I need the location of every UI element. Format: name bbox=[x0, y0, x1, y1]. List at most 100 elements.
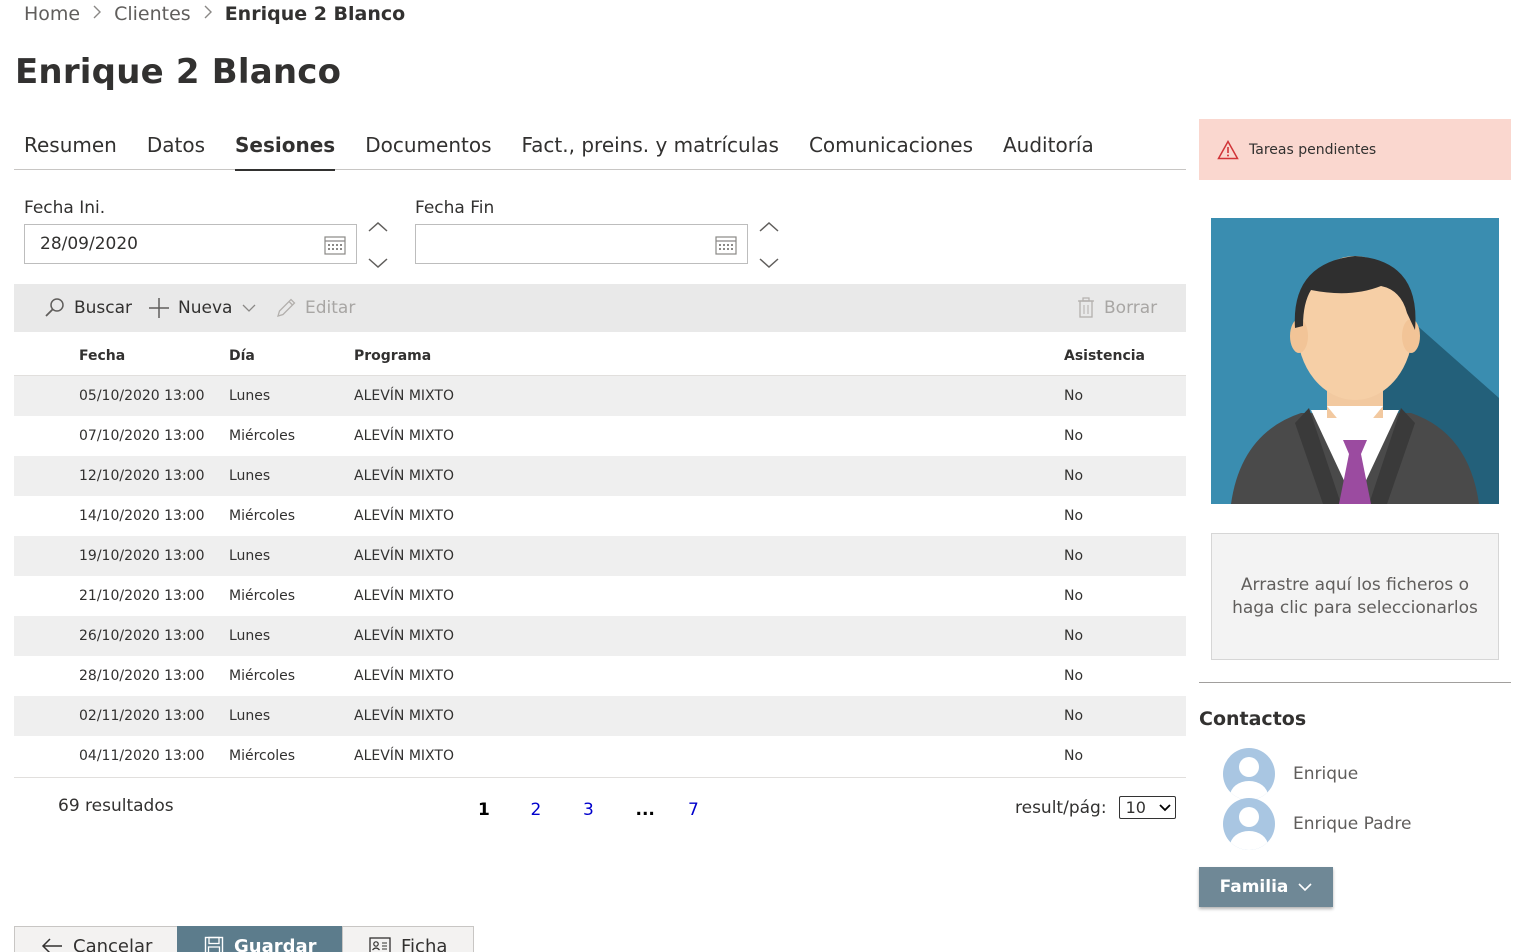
cancel-button-label: Cancelar bbox=[73, 935, 153, 952]
save-button[interactable]: Guardar bbox=[177, 926, 344, 952]
column-header-asistencia[interactable]: Asistencia bbox=[1064, 336, 1145, 376]
client-photo[interactable] bbox=[1211, 218, 1499, 504]
cell-programa: ALEVÍN MIXTO bbox=[354, 628, 454, 644]
start-date-field[interactable]: 28/09/2020 bbox=[24, 224, 357, 264]
column-header-programa[interactable]: Programa bbox=[354, 336, 431, 376]
cell-dia: Lunes bbox=[229, 548, 271, 564]
chevron-down-icon[interactable] bbox=[758, 256, 780, 270]
chevron-down-icon[interactable] bbox=[367, 256, 389, 270]
cell-programa: ALEVÍN MIXTO bbox=[354, 668, 454, 684]
family-button-label: Familia bbox=[1219, 877, 1289, 897]
sessions-table: Fecha Día Programa Asistencia 05/10/2020… bbox=[14, 336, 1186, 776]
contact-item[interactable]: Enrique Padre bbox=[1223, 798, 1411, 850]
tab-facturacion[interactable]: Fact., preins. y matrículas bbox=[512, 128, 789, 170]
cell-programa: ALEVÍN MIXTO bbox=[354, 508, 454, 524]
results-count: 69 resultados bbox=[58, 796, 174, 816]
table-row[interactable]: 28/10/2020 13:00 Miércoles ALEVÍN MIXTO … bbox=[14, 656, 1186, 696]
user-avatar-icon bbox=[1211, 218, 1499, 504]
breadcrumb-clients[interactable]: Clientes bbox=[114, 3, 191, 25]
breadcrumb-current: Enrique 2 Blanco bbox=[224, 3, 406, 25]
cell-programa: ALEVÍN MIXTO bbox=[354, 708, 454, 724]
table-row[interactable]: 21/10/2020 13:00 Miércoles ALEVÍN MIXTO … bbox=[14, 576, 1186, 616]
cancel-button[interactable]: Cancelar bbox=[14, 926, 180, 952]
tab-documentos[interactable]: Documentos bbox=[355, 128, 501, 170]
page-7[interactable]: 7 bbox=[680, 800, 733, 820]
cell-asistencia: No bbox=[1064, 748, 1084, 764]
sidebar-divider bbox=[1199, 682, 1511, 683]
search-button[interactable]: Buscar bbox=[44, 284, 132, 332]
cell-fecha: 26/10/2020 13:00 bbox=[79, 628, 205, 644]
calendar-icon[interactable] bbox=[715, 235, 737, 255]
start-date-label: Fecha Ini. bbox=[24, 198, 106, 218]
tab-auditoria[interactable]: Auditoría bbox=[993, 128, 1104, 170]
per-page-select[interactable]: 10 bbox=[1118, 796, 1176, 819]
per-page: result/pág: 10 bbox=[1015, 796, 1176, 819]
user-avatar-icon bbox=[1223, 798, 1275, 850]
page-1[interactable]: 1 bbox=[470, 800, 523, 820]
family-button[interactable]: Familia bbox=[1199, 867, 1333, 907]
cell-fecha: 12/10/2020 13:00 bbox=[79, 468, 205, 484]
search-button-label: Buscar bbox=[74, 298, 133, 318]
cell-fecha: 28/10/2020 13:00 bbox=[79, 668, 205, 684]
search-icon bbox=[45, 298, 64, 317]
table-row[interactable]: 04/11/2020 13:00 Miércoles ALEVÍN MIXTO … bbox=[14, 736, 1186, 776]
table-row[interactable]: 14/10/2020 13:00 Miércoles ALEVÍN MIXTO … bbox=[14, 496, 1186, 536]
tab-datos[interactable]: Datos bbox=[137, 128, 215, 170]
cell-programa: ALEVÍN MIXTO bbox=[354, 388, 454, 404]
chevron-down-icon bbox=[1158, 803, 1171, 811]
tab-sesiones[interactable]: Sesiones bbox=[225, 128, 345, 171]
trash-icon bbox=[1078, 297, 1094, 318]
cell-programa: ALEVÍN MIXTO bbox=[354, 588, 454, 604]
table-row[interactable]: 02/11/2020 13:00 Lunes ALEVÍN MIXTO No bbox=[14, 696, 1186, 736]
tab-comunicaciones[interactable]: Comunicaciones bbox=[799, 128, 983, 170]
warning-icon bbox=[1217, 139, 1239, 159]
cell-asistencia: No bbox=[1064, 588, 1084, 604]
table-row[interactable]: 26/10/2020 13:00 Lunes ALEVÍN MIXTO No bbox=[14, 616, 1186, 656]
pencil-icon bbox=[277, 298, 296, 317]
end-date-field[interactable] bbox=[415, 224, 748, 264]
new-button[interactable]: Nueva bbox=[148, 284, 256, 332]
page-title: Enrique 2 Blanco bbox=[15, 52, 342, 92]
edit-button[interactable]: Editar bbox=[275, 284, 355, 332]
calendar-icon[interactable] bbox=[324, 235, 346, 255]
page-3[interactable]: 3 bbox=[575, 800, 628, 820]
delete-button[interactable]: Borrar bbox=[1076, 284, 1157, 332]
table-row[interactable]: 05/10/2020 13:00 Lunes ALEVÍN MIXTO No bbox=[14, 376, 1186, 416]
table-row[interactable]: 12/10/2020 13:00 Lunes ALEVÍN MIXTO No bbox=[14, 456, 1186, 496]
cell-asistencia: No bbox=[1064, 668, 1084, 684]
page-2[interactable]: 2 bbox=[523, 800, 576, 820]
end-date-stepper[interactable] bbox=[757, 220, 781, 270]
cell-programa: ALEVÍN MIXTO bbox=[354, 748, 454, 764]
cell-fecha: 02/11/2020 13:00 bbox=[79, 708, 205, 724]
table-row[interactable]: 19/10/2020 13:00 Lunes ALEVÍN MIXTO No bbox=[14, 536, 1186, 576]
edit-button-label: Editar bbox=[305, 298, 356, 318]
pending-tasks-label: Tareas pendientes bbox=[1249, 141, 1377, 158]
page-ellipsis[interactable]: ... bbox=[628, 800, 681, 820]
chevron-down-icon bbox=[1298, 883, 1312, 892]
chevron-right-icon bbox=[203, 4, 213, 24]
cell-fecha: 04/11/2020 13:00 bbox=[79, 748, 205, 764]
tab-resumen[interactable]: Resumen bbox=[14, 128, 127, 170]
cell-dia: Miércoles bbox=[229, 588, 296, 604]
contacts-title: Contactos bbox=[1199, 708, 1307, 730]
delete-button-label: Borrar bbox=[1104, 298, 1158, 318]
breadcrumb-home[interactable]: Home bbox=[24, 3, 80, 25]
cell-asistencia: No bbox=[1064, 548, 1084, 564]
card-button[interactable]: Ficha bbox=[342, 926, 475, 952]
chevron-up-icon[interactable] bbox=[367, 220, 389, 234]
table-row[interactable]: 07/10/2020 13:00 Miércoles ALEVÍN MIXTO … bbox=[14, 416, 1186, 456]
contact-item[interactable]: Enrique bbox=[1223, 748, 1358, 800]
start-date-value: 28/09/2020 bbox=[40, 234, 138, 254]
file-dropzone[interactable]: Arrastre aquí los ficheros o haga clic p… bbox=[1211, 533, 1499, 660]
column-header-fecha[interactable]: Fecha bbox=[79, 336, 125, 376]
pending-tasks-banner[interactable]: Tareas pendientes bbox=[1199, 119, 1511, 180]
cell-dia: Miércoles bbox=[229, 508, 296, 524]
cell-programa: ALEVÍN MIXTO bbox=[354, 548, 454, 564]
cell-asistencia: No bbox=[1064, 388, 1084, 404]
cell-dia: Miércoles bbox=[229, 428, 296, 444]
chevron-up-icon[interactable] bbox=[758, 220, 780, 234]
start-date-stepper[interactable] bbox=[366, 220, 390, 270]
column-header-dia[interactable]: Día bbox=[229, 336, 255, 376]
per-page-value: 10 bbox=[1125, 798, 1146, 817]
cell-dia: Miércoles bbox=[229, 748, 296, 764]
